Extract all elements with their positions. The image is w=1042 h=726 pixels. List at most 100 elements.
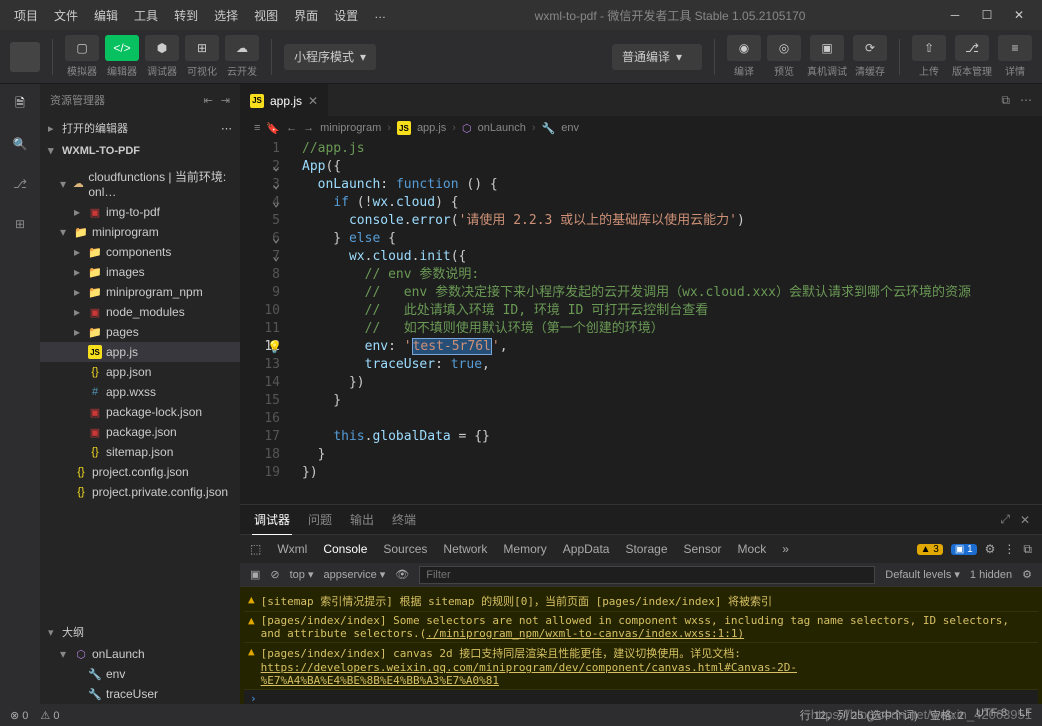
tree-item[interactable]: ▣package-lock.json [40,402,240,422]
tab-terminal[interactable]: 终端 [390,505,418,534]
code-content[interactable]: //app.jsApp({ onLaunch: function () { if… [294,140,1042,504]
tab-problems[interactable]: 问题 [306,505,334,534]
tree-item[interactable]: {}project.private.config.json [40,482,240,502]
preview-button[interactable]: ◎ [767,35,801,61]
menu-edit[interactable]: 编辑 [88,3,124,28]
simulator-button[interactable]: ▢ [65,35,99,61]
target-dropdown[interactable]: appservice ▾ [324,568,386,581]
visual-button[interactable]: ⊞ [185,35,219,61]
menu-tools[interactable]: 工具 [128,3,164,28]
tree-item[interactable]: ▸▣img-to-pdf [40,202,240,222]
dt-sources[interactable]: Sources [383,542,427,556]
dt-mock[interactable]: Mock [738,542,767,556]
dt-network[interactable]: Network [443,542,487,556]
more-icon[interactable]: ⋯ [1020,93,1032,108]
mode-dropdown[interactable]: 小程序模式▾ [284,44,376,70]
compile-button[interactable]: ◉ [727,35,761,61]
outline-section[interactable]: ▾ 大纲 [40,620,240,644]
avatar[interactable] [10,42,40,72]
debugger-button[interactable]: ⬢ [145,35,179,61]
tree-item[interactable]: ▸📁pages [40,322,240,342]
git-icon[interactable]: ⎇ [8,172,32,196]
dt-storage[interactable]: Storage [625,542,667,556]
encoding-status[interactable]: UTF-8 [976,707,1007,723]
indent-status[interactable]: 空格: 2 [930,707,964,723]
compile-mode-dropdown[interactable]: 普通编译▾ [612,44,702,70]
eol-status[interactable]: LF [1019,707,1032,723]
gear-icon[interactable]: ⚙ [985,542,996,556]
menu-goto[interactable]: 转到 [168,3,204,28]
maximize-icon[interactable]: ☐ [980,8,994,22]
errors-count[interactable]: ⊗ 0 [10,709,28,722]
outline-item[interactable]: 🔧traceUser [40,684,240,704]
context-icon[interactable]: ▣ [250,568,260,581]
bookmark-icon[interactable]: 🔖 [266,122,280,135]
dt-wxml[interactable]: Wxml [277,542,307,556]
dt-appdata[interactable]: AppData [563,542,610,556]
close-icon[interactable]: ✕ [1012,8,1026,22]
bc-item[interactable]: app.js [417,122,446,134]
console-prompt[interactable]: › [244,690,1038,704]
tree-item[interactable]: ▾📁miniprogram [40,222,240,242]
menu-interface[interactable]: 界面 [288,3,324,28]
outline-item[interactable]: ▾⬡onLaunch [40,644,240,664]
tree-item[interactable]: {}project.config.json [40,462,240,482]
dt-console[interactable]: Console [323,542,367,556]
extensions-icon[interactable]: ⊞ [8,212,32,236]
upload-button[interactable]: ⇧ [912,35,946,61]
tree-item[interactable]: ▸📁miniprogram_npm [40,282,240,302]
menu-view[interactable]: 视图 [248,3,284,28]
popout-icon[interactable]: ⧉ [1023,542,1032,557]
dt-more[interactable]: » [782,542,789,556]
tree-item[interactable]: ▣package.json [40,422,240,442]
info-badge[interactable]: ▣ 1 [951,544,977,555]
tree-item[interactable]: ▸📁images [40,262,240,282]
bc-item[interactable]: miniprogram [320,122,381,134]
cursor-position[interactable]: 行 12，列 25 (选中个词) [800,707,918,723]
eye-icon[interactable]: 👁 [395,568,409,581]
code-editor[interactable]: 12⌄3⌄4⌄56⌄7⌄89101112💡13141516171819 //ap… [240,140,1042,504]
kebab-icon[interactable]: ⋮ [1003,542,1015,556]
close-icon[interactable]: ✕ [308,94,318,108]
tab-debugger[interactable]: 调试器 [252,505,292,535]
bc-item[interactable]: env [561,122,579,134]
tree-item[interactable]: ▸📁components [40,242,240,262]
expand-icon[interactable]: ⤢ [1000,512,1010,527]
filter-input[interactable] [419,566,875,584]
search-icon[interactable]: 🔍 [8,132,32,156]
clearcache-button[interactable]: ⟳ [853,35,887,61]
menu-more[interactable]: … [368,3,392,28]
clear-icon[interactable]: ⊘ [270,568,279,581]
console-body[interactable]: ▲[sitemap 索引情况提示] 根据 sitemap 的规则[0]，当前页面… [240,587,1042,704]
warnings-count[interactable]: ⚠ 0 [40,709,59,722]
tree-item[interactable]: {}app.json [40,362,240,382]
tree-item[interactable]: JSapp.js [40,342,240,362]
tree-item[interactable]: ▾☁cloudfunctions | 当前环境: onl… [40,165,240,202]
tree-item[interactable]: #app.wxss [40,382,240,402]
tab-appjs[interactable]: JS app.js ✕ [240,84,328,116]
cloud-button[interactable]: ☁ [225,35,259,61]
open-editors-section[interactable]: ▸ 打开的编辑器 ⋯ [40,116,240,140]
context-dropdown[interactable]: top ▾ [290,568,314,581]
forward-icon[interactable]: → [303,122,314,134]
realdebug-button[interactable]: ▣ [810,35,844,61]
collapse-icon[interactable]: ⇤ [204,94,213,107]
expand-icon[interactable]: ⇥ [221,94,230,107]
project-section[interactable]: ▾ WXML-TO-PDF [40,140,240,161]
inspect-icon[interactable]: ⬚ [250,542,261,556]
list-icon[interactable]: ≡ [254,122,260,134]
menu-file[interactable]: 文件 [48,3,84,28]
menu-project[interactable]: 项目 [8,3,44,28]
explorer-icon[interactable]: 🗎 [8,92,32,116]
split-icon[interactable]: ⧉ [1001,93,1010,108]
outline-item[interactable]: 🔧env [40,664,240,684]
editor-button[interactable]: </> [105,35,139,61]
menu-settings[interactable]: 设置 [328,3,364,28]
close-icon[interactable]: ✕ [1020,513,1030,527]
back-icon[interactable]: ← [286,122,297,134]
tab-output[interactable]: 输出 [348,505,376,534]
tree-item[interactable]: {}sitemap.json [40,442,240,462]
menu-select[interactable]: 选择 [208,3,244,28]
version-button[interactable]: ⎇ [955,35,989,61]
dt-sensor[interactable]: Sensor [684,542,722,556]
